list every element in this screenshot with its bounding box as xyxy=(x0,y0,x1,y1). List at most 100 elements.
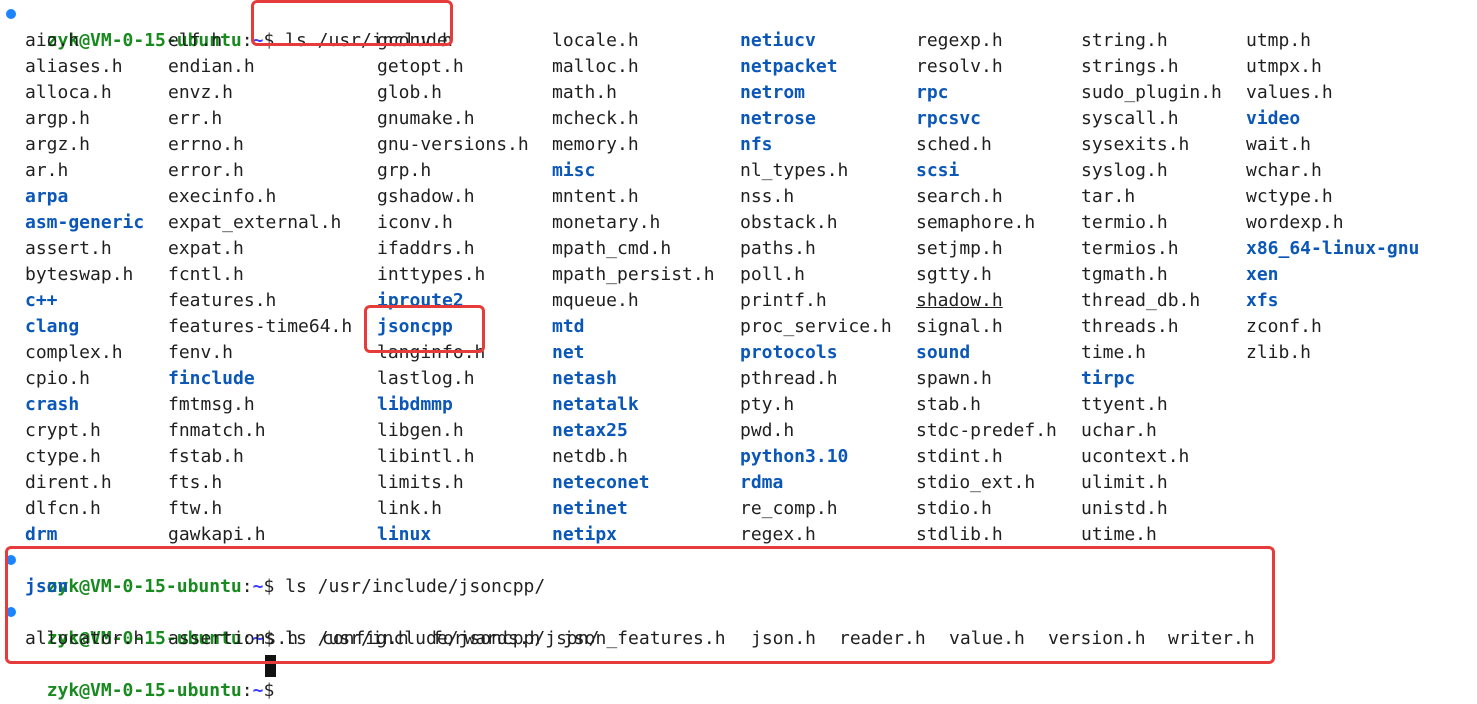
listing-entry: mcheck.h xyxy=(552,108,639,129)
listing-entry: crash xyxy=(25,394,80,415)
listing-entry: arpa xyxy=(25,186,69,207)
listing-entry: fcntl.h xyxy=(168,264,244,285)
listing-entry: mntent.h xyxy=(552,186,639,207)
listing-entry: proc_service.h xyxy=(740,316,892,337)
listing-entry: netax25 xyxy=(552,420,628,441)
listing-entry: expat_external.h xyxy=(168,212,342,233)
listing-entry: resolv.h xyxy=(916,56,1003,77)
listing-entry: drm xyxy=(25,524,58,545)
listing-entry: shadow.h xyxy=(916,290,1003,311)
listing-entry: utmp.h xyxy=(1246,30,1312,51)
listing-entry: string.h xyxy=(1081,30,1168,51)
prompt-line-2: zyk@VM-0-15-ubuntu:~$ ls /usr/include/js… xyxy=(46,576,546,597)
listing-entry: writer.h xyxy=(1168,628,1255,649)
listing-entry: xfs xyxy=(1246,290,1279,311)
listing-entry: rdma xyxy=(740,472,784,493)
listing-entry: sgtty.h xyxy=(916,264,992,285)
listing-entry: iproute2 xyxy=(377,290,464,311)
listing-entry: value.h xyxy=(949,628,1025,649)
listing-entry: getopt.h xyxy=(377,56,464,77)
prompt-line-4: zyk@VM-0-15-ubuntu:~$ xyxy=(46,680,275,701)
listing-entry: wait.h xyxy=(1246,134,1312,155)
listing-entry: net xyxy=(552,342,585,363)
listing-entry: complex.h xyxy=(25,342,123,363)
listing-entry: mpath_persist.h xyxy=(552,264,715,285)
listing-entry: fmtmsg.h xyxy=(168,394,255,415)
listing-entry: byteswap.h xyxy=(25,264,134,285)
listing-entry: json xyxy=(25,576,69,597)
listing-entry: netpacket xyxy=(740,56,838,77)
listing-entry: clang xyxy=(25,316,80,337)
listing-entry: misc xyxy=(552,160,596,181)
prompt-path: ~ xyxy=(252,680,264,701)
listing-entry: printf.h xyxy=(740,290,827,311)
listing-entry: lastlog.h xyxy=(377,368,475,389)
listing-entry: stdio_ext.h xyxy=(916,472,1036,493)
listing-entry: re_comp.h xyxy=(740,498,838,519)
listing-entry: semaphore.h xyxy=(916,212,1036,233)
listing-entry: crypt.h xyxy=(25,420,101,441)
listing-entry: threads.h xyxy=(1081,316,1179,337)
listing-entry: malloc.h xyxy=(552,56,639,77)
listing-entry: error.h xyxy=(168,160,244,181)
listing-entry: zlib.h xyxy=(1246,342,1312,363)
listing-entry: langinfo.h xyxy=(377,342,486,363)
listing-entry: assert.h xyxy=(25,238,112,259)
listing-entry: netash xyxy=(552,368,618,389)
listing-entry: utmpx.h xyxy=(1246,56,1322,77)
listing-entry: tgmath.h xyxy=(1081,264,1168,285)
listing-entry: cpio.h xyxy=(25,368,91,389)
command-text: ls /usr/include/jsoncpp/ xyxy=(285,576,546,597)
listing-entry: fenv.h xyxy=(168,342,234,363)
listing-entry: xen xyxy=(1246,264,1279,285)
listing-entry: wctype.h xyxy=(1246,186,1333,207)
listing-entry: execinfo.h xyxy=(168,186,277,207)
listing-entry: thread_db.h xyxy=(1081,290,1201,311)
listing-entry: math.h xyxy=(552,82,618,103)
listing-entry: scsi xyxy=(916,160,960,181)
listing-entry: err.h xyxy=(168,108,223,129)
terminal-cursor[interactable] xyxy=(265,655,276,677)
listing-entry: tar.h xyxy=(1081,186,1136,207)
listing-entry: ar.h xyxy=(25,160,69,181)
listing-entry: dirent.h xyxy=(25,472,112,493)
listing-entry: limits.h xyxy=(377,472,464,493)
listing-entry: assertions.h xyxy=(168,628,299,649)
listing-entry: envz.h xyxy=(168,82,234,103)
listing-entry: x86_64-linux-gnu xyxy=(1246,238,1420,259)
command-status-dot xyxy=(6,555,16,565)
listing-entry: stdc-predef.h xyxy=(916,420,1057,441)
listing-entry: gawkapi.h xyxy=(168,524,266,545)
listing-entry: pthread.h xyxy=(740,368,838,389)
listing-entry: aliases.h xyxy=(25,56,123,77)
prompt-path: ~ xyxy=(252,576,264,597)
listing-entry: sysexits.h xyxy=(1081,134,1190,155)
listing-entry: version.h xyxy=(1048,628,1146,649)
listing-entry: aio.h xyxy=(25,30,80,51)
listing-entry: syscall.h xyxy=(1081,108,1179,129)
listing-entry: gshadow.h xyxy=(377,186,475,207)
listing-entry: netatalk xyxy=(552,394,639,415)
listing-entry: ttyent.h xyxy=(1081,394,1168,415)
listing-entry: allocator.h xyxy=(25,628,145,649)
listing-entry: setjmp.h xyxy=(916,238,1003,259)
listing-entry: elf.h xyxy=(168,30,223,51)
prompt-symbol: $ xyxy=(263,576,275,597)
listing-entry: strings.h xyxy=(1081,56,1179,77)
listing-entry: tirpc xyxy=(1081,368,1136,389)
listing-entry: features-time64.h xyxy=(168,316,353,337)
listing-entry: stdint.h xyxy=(916,446,1003,467)
listing-entry: mqueue.h xyxy=(552,290,639,311)
listing-entry: nss.h xyxy=(740,186,795,207)
listing-entry: values.h xyxy=(1246,82,1333,103)
listing-entry: linux xyxy=(377,524,432,545)
listing-entry: ifaddrs.h xyxy=(377,238,475,259)
listing-entry: time.h xyxy=(1081,342,1147,363)
listing-entry: link.h xyxy=(377,498,443,519)
listing-entry: errno.h xyxy=(168,134,244,155)
listing-entry: stab.h xyxy=(916,394,982,415)
listing-entry: mtd xyxy=(552,316,585,337)
prompt-line-3: zyk@VM-0-15-ubuntu:~$ ls /usr/include/js… xyxy=(46,628,600,649)
listing-entry: netinet xyxy=(552,498,628,519)
listing-entry: uchar.h xyxy=(1081,420,1157,441)
